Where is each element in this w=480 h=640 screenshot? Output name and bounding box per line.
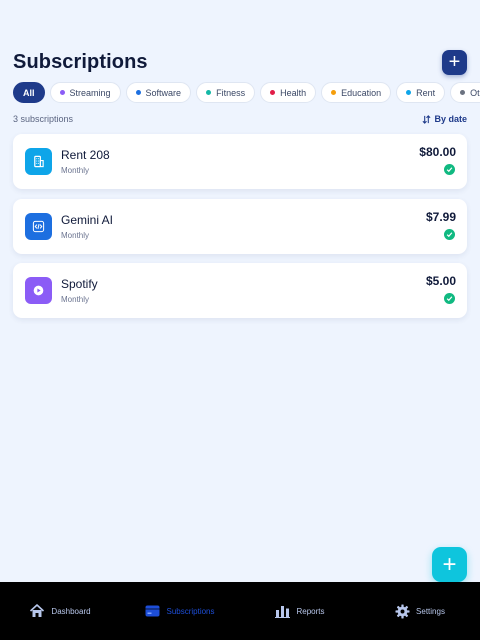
category-dot-icon — [331, 90, 337, 95]
check-icon — [444, 293, 455, 304]
category-dot-icon — [135, 90, 141, 95]
filter-chip-software[interactable]: Software — [125, 82, 192, 103]
play-icon — [25, 277, 52, 304]
subscription-name: Rent 208 — [61, 148, 110, 162]
filter-chip-all[interactable]: All — [13, 82, 45, 103]
filter-chip-fitness[interactable]: Fitness — [196, 82, 256, 103]
bar-chart-icon — [275, 606, 291, 618]
list-summary: 3 subscriptions By date — [13, 113, 467, 125]
category-dot-icon — [206, 90, 212, 95]
category-dot-icon — [406, 90, 412, 95]
filter-chip-streaming[interactable]: Streaming — [49, 82, 121, 103]
filter-chip-health[interactable]: Health — [260, 82, 317, 103]
nav-label: Settings — [416, 606, 445, 616]
add-subscription-button[interactable]: + — [442, 49, 467, 75]
sort-button[interactable]: By date — [422, 114, 467, 124]
gear-icon — [395, 603, 410, 619]
check-icon — [444, 228, 455, 240]
filter-chip-label: Education — [341, 87, 382, 98]
nav-item-reports[interactable]: Reports — [240, 604, 360, 618]
code-icon — [25, 212, 52, 240]
subscription-card[interactable]: Gemini AI Monthly $7.99 — [13, 198, 467, 254]
category-dot-icon — [270, 90, 276, 95]
filter-chip-education[interactable]: Education — [321, 82, 392, 103]
bottom-navigation: Dashboard Subscriptions Reports Settings — [0, 582, 480, 640]
subscription-card[interactable]: Spotify Monthly $5.00 — [13, 263, 467, 318]
filter-chip-label: Fitness — [216, 87, 246, 98]
subscription-price: $5.00 — [425, 274, 456, 288]
card-icon — [145, 605, 160, 617]
filter-chip-label: Health — [280, 87, 307, 98]
subscription-name: Spotify — [61, 277, 98, 291]
filter-chip-rent[interactable]: Rent — [396, 82, 446, 103]
filter-chip-label: All — [23, 87, 35, 98]
floating-add-button[interactable]: + — [432, 547, 467, 582]
subscription-name: Gemini AI — [61, 212, 114, 227]
sort-label: By date — [434, 114, 467, 124]
subscription-list: Rent 208 Monthly $80.00 Gemini AI Monthl… — [13, 134, 467, 328]
filter-chip-label: Other — [470, 87, 480, 98]
subscription-price: $7.99 — [425, 209, 456, 224]
category-dot-icon — [59, 90, 65, 95]
subscription-count: 3 subscriptions — [13, 114, 74, 124]
header: Subscriptions + — [13, 48, 467, 76]
filter-chip-label: Rent — [416, 87, 436, 98]
nav-item-subscriptions[interactable]: Subscriptions — [120, 605, 240, 617]
subscription-frequency: Monthly — [61, 166, 90, 175]
subscription-price: $80.00 — [419, 145, 456, 159]
nav-label: Subscriptions — [166, 606, 215, 616]
check-icon — [444, 164, 455, 175]
nav-label: Reports — [296, 606, 325, 616]
subscription-frequency: Monthly — [61, 230, 90, 240]
subscription-card[interactable]: Rent 208 Monthly $80.00 — [13, 134, 467, 189]
building-icon — [25, 148, 52, 175]
filter-chip-label: Software — [145, 87, 182, 98]
filter-chip-other[interactable]: Other — [450, 82, 480, 103]
category-dot-icon — [460, 90, 466, 95]
subscription-frequency: Monthly — [61, 295, 90, 304]
home-icon — [30, 604, 45, 617]
nav-label: Dashboard — [51, 606, 91, 616]
nav-item-dashboard[interactable]: Dashboard — [0, 603, 120, 619]
page-title: Subscriptions — [13, 50, 148, 73]
filter-chip-label: Streaming — [69, 87, 111, 98]
nav-item-settings[interactable]: Settings — [360, 603, 480, 619]
sort-icon — [423, 114, 431, 124]
category-filter-bar: All Streaming Software Fitness Health Ed… — [13, 82, 480, 103]
